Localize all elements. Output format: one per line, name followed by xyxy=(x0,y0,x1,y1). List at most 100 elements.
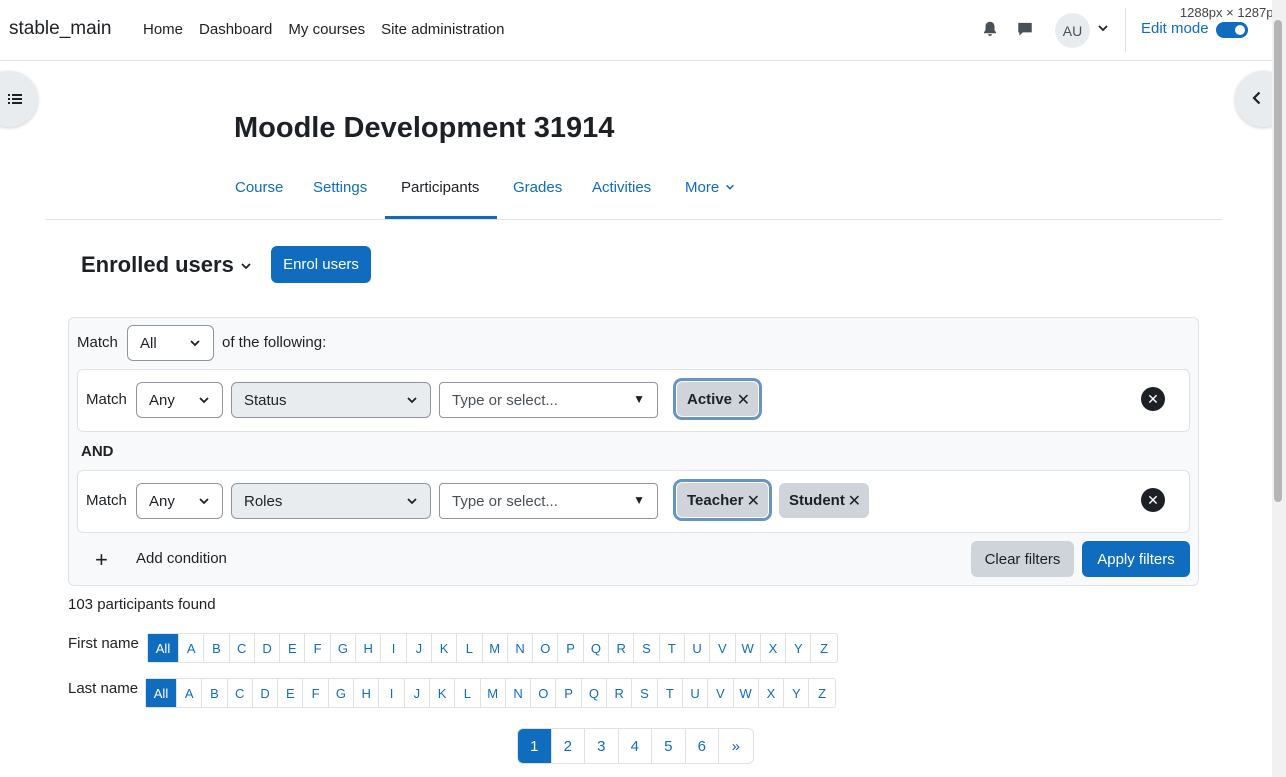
first-name-initial-p[interactable]: P xyxy=(558,634,584,662)
last-name-initial-i[interactable]: I xyxy=(379,679,405,707)
page-scrollbar-thumb[interactable] xyxy=(1274,20,1282,502)
first-name-initial-c[interactable]: C xyxy=(230,634,255,662)
last-name-initial-t[interactable]: T xyxy=(658,679,683,707)
tab-more[interactable]: More xyxy=(685,179,735,196)
tab-activities[interactable]: Activities xyxy=(592,179,651,196)
pagination-page-2[interactable]: 2 xyxy=(552,729,585,763)
tab-course[interactable]: Course xyxy=(235,179,283,196)
pagination-page-5[interactable]: 5 xyxy=(652,729,686,763)
first-name-initial-j[interactable]: J xyxy=(407,634,432,662)
tab-participants[interactable]: Participants xyxy=(401,179,479,196)
last-name-initial-k[interactable]: K xyxy=(430,679,456,707)
last-name-initial-u[interactable]: U xyxy=(683,679,709,707)
first-name-initial-q[interactable]: Q xyxy=(584,634,610,662)
last-name-initial-s[interactable]: S xyxy=(632,679,658,707)
first-name-initial-n[interactable]: N xyxy=(508,634,534,662)
messages-chat-icon[interactable] xyxy=(1016,20,1034,38)
last-name-initial-x[interactable]: X xyxy=(759,679,785,707)
last-name-initial-m[interactable]: M xyxy=(481,679,506,707)
last-name-initial-o[interactable]: O xyxy=(531,679,557,707)
dropdown-arrow-icon[interactable]: ▼ xyxy=(633,493,645,507)
first-name-initial-i[interactable]: I xyxy=(381,634,407,662)
first-name-initial-d[interactable]: D xyxy=(255,634,281,662)
last-name-initial-r[interactable]: R xyxy=(607,679,633,707)
course-index-drawer-toggle[interactable] xyxy=(0,71,38,127)
nav-my-courses[interactable]: My courses xyxy=(288,21,365,38)
first-name-initial-v[interactable]: V xyxy=(710,634,736,662)
last-name-initial-l[interactable]: L xyxy=(455,679,481,707)
first-name-initial-w[interactable]: W xyxy=(736,634,761,662)
pagination-page-3[interactable]: 3 xyxy=(585,729,619,763)
nav-site-administration[interactable]: Site administration xyxy=(381,21,504,38)
first-name-initial-h[interactable]: H xyxy=(356,634,382,662)
last-name-initial-w[interactable]: W xyxy=(734,679,759,707)
last-name-initial-h[interactable]: H xyxy=(354,679,380,707)
last-name-initial-a[interactable]: A xyxy=(177,679,203,707)
plus-icon[interactable]: + xyxy=(95,547,108,573)
chevron-down-icon[interactable] xyxy=(240,260,252,272)
first-name-initial-s[interactable]: S xyxy=(634,634,660,662)
pagination-page-6[interactable]: 6 xyxy=(686,729,719,763)
first-name-initial-x[interactable]: X xyxy=(761,634,787,662)
last-name-initial-all[interactable]: All xyxy=(146,679,177,707)
row-match-any-select[interactable]: Any xyxy=(136,483,223,519)
filter-chip-student[interactable]: Student ✕ xyxy=(779,483,869,518)
site-brand[interactable]: stable_main xyxy=(9,18,111,40)
first-name-initial-a[interactable]: A xyxy=(179,634,205,662)
filter-value-input[interactable]: Type or select... ▼ xyxy=(439,483,658,519)
last-name-initial-c[interactable]: C xyxy=(228,679,253,707)
user-avatar[interactable]: AU xyxy=(1055,13,1090,48)
match-all-select[interactable]: All xyxy=(127,325,214,361)
remove-filter-row-button[interactable]: ✕ xyxy=(1141,387,1165,411)
last-name-initial-p[interactable]: P xyxy=(556,679,582,707)
filter-chip-teacher[interactable]: Teacher ✕ xyxy=(676,482,769,518)
first-name-initial-t[interactable]: T xyxy=(660,634,685,662)
first-name-initial-all[interactable]: All xyxy=(148,634,179,662)
dropdown-arrow-icon[interactable]: ▼ xyxy=(633,392,645,406)
remove-chip-icon[interactable]: ✕ xyxy=(747,491,760,511)
last-name-initial-d[interactable]: D xyxy=(253,679,279,707)
first-name-initial-k[interactable]: K xyxy=(432,634,458,662)
last-name-initial-b[interactable]: B xyxy=(202,679,228,707)
nav-dashboard[interactable]: Dashboard xyxy=(199,21,272,38)
pagination-page-4[interactable]: 4 xyxy=(619,729,652,763)
row-match-any-select[interactable]: Any xyxy=(136,382,223,418)
last-name-initial-e[interactable]: E xyxy=(278,679,304,707)
last-name-initial-f[interactable]: F xyxy=(303,679,329,707)
last-name-initial-g[interactable]: G xyxy=(329,679,355,707)
first-name-initial-m[interactable]: M xyxy=(483,634,508,662)
remove-filter-row-button[interactable]: ✕ xyxy=(1141,488,1165,512)
notifications-bell-icon[interactable] xyxy=(981,20,999,38)
first-name-initial-r[interactable]: R xyxy=(609,634,635,662)
first-name-initial-g[interactable]: G xyxy=(331,634,357,662)
last-name-initial-n[interactable]: N xyxy=(506,679,532,707)
first-name-initial-u[interactable]: U xyxy=(685,634,711,662)
first-name-initial-z[interactable]: Z xyxy=(811,634,836,662)
chevron-down-icon[interactable] xyxy=(1097,22,1109,34)
clear-filters-button[interactable]: Clear filters xyxy=(971,541,1074,577)
first-name-initial-l[interactable]: L xyxy=(457,634,483,662)
first-name-initial-o[interactable]: O xyxy=(533,634,559,662)
enrol-users-button[interactable]: Enrol users xyxy=(271,246,371,283)
first-name-initial-y[interactable]: Y xyxy=(786,634,812,662)
add-condition-button[interactable]: Add condition xyxy=(136,550,227,567)
last-name-initial-v[interactable]: V xyxy=(708,679,734,707)
pagination-next[interactable]: » xyxy=(719,729,753,763)
remove-chip-icon[interactable]: ✕ xyxy=(848,491,861,511)
pagination-page-1[interactable]: 1 xyxy=(518,729,552,763)
enrolled-users-heading[interactable]: Enrolled users xyxy=(81,252,234,278)
filter-value-input[interactable]: Type or select... ▼ xyxy=(439,382,658,418)
last-name-initial-y[interactable]: Y xyxy=(784,679,810,707)
last-name-initial-q[interactable]: Q xyxy=(582,679,608,707)
first-name-initial-e[interactable]: E xyxy=(280,634,306,662)
apply-filters-button[interactable]: Apply filters xyxy=(1082,541,1190,577)
tab-settings[interactable]: Settings xyxy=(313,179,367,196)
tab-grades[interactable]: Grades xyxy=(513,179,562,196)
filter-field-select[interactable]: Status xyxy=(231,382,431,418)
filter-chip-active[interactable]: Active ✕ xyxy=(676,381,759,417)
filter-field-select[interactable]: Roles xyxy=(231,483,431,519)
remove-chip-icon[interactable]: ✕ xyxy=(737,390,750,410)
last-name-initial-j[interactable]: J xyxy=(405,679,430,707)
edit-mode-toggle[interactable] xyxy=(1216,22,1248,38)
nav-home[interactable]: Home xyxy=(143,21,183,38)
